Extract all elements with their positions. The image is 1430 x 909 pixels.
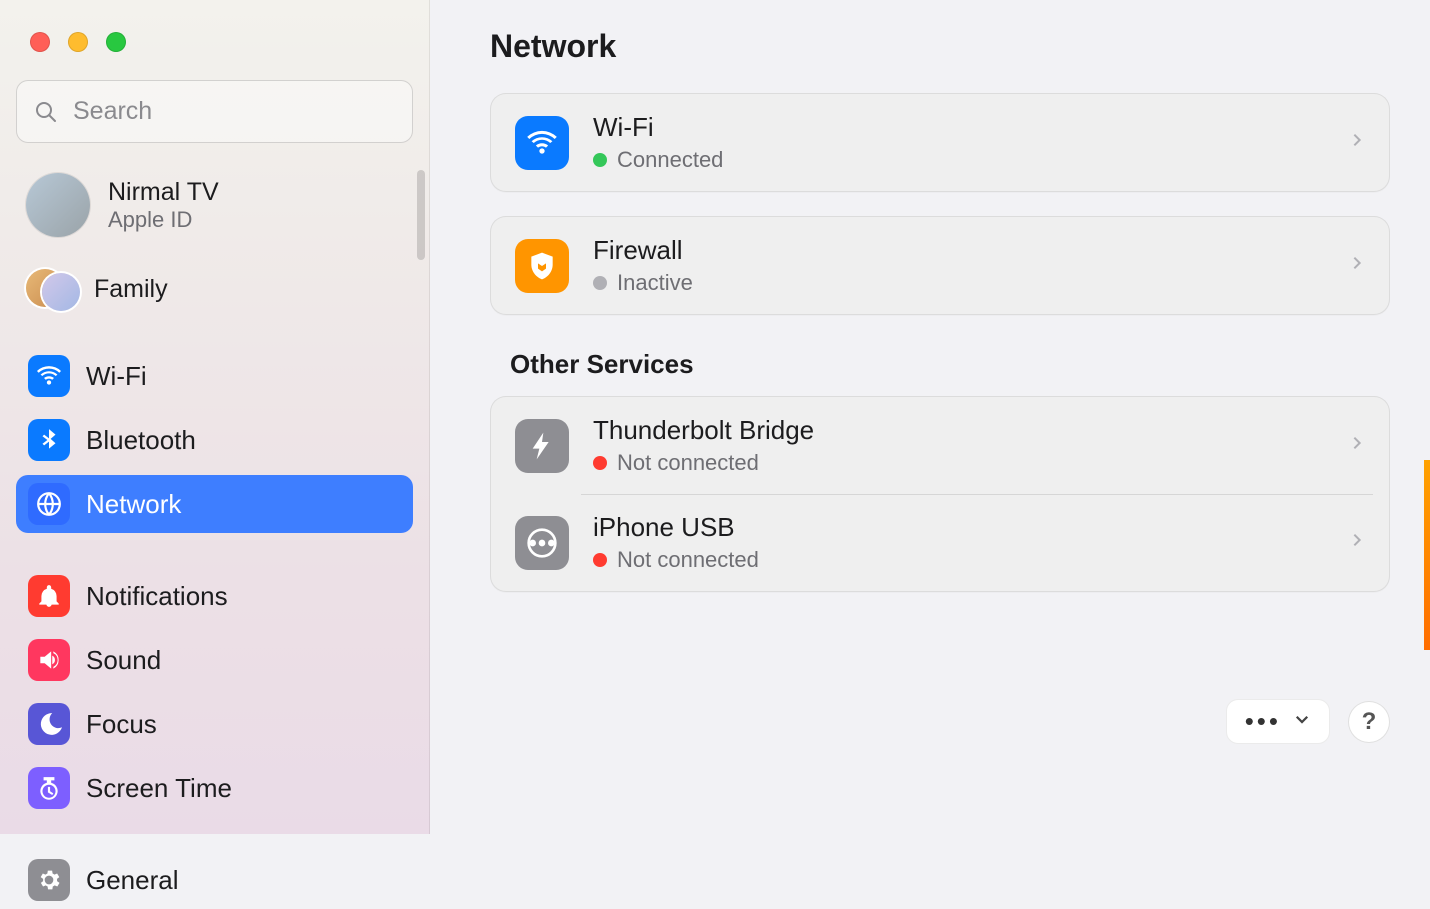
sidebar-item-label: General (86, 865, 179, 896)
sidebar-item-notifications[interactable]: Notifications (16, 567, 413, 625)
footer-actions: ••• ? (1226, 699, 1390, 744)
chevron-right-icon (1349, 430, 1365, 461)
minimize-window-button[interactable] (68, 32, 88, 52)
sidebar-item-label: Screen Time (86, 773, 232, 804)
network-row-status: Not connected (593, 547, 759, 573)
sidebar-item-label: Focus (86, 709, 157, 740)
sidebar-scrollbar[interactable] (417, 170, 425, 260)
help-button[interactable]: ? (1348, 701, 1390, 743)
general-icon (28, 859, 70, 901)
chevron-right-icon (1349, 250, 1365, 281)
status-dot-icon (593, 553, 607, 567)
network-row-status: Not connected (593, 450, 814, 476)
sidebar-item-label: Network (86, 489, 181, 520)
main-content: Network Wi-Fi Connected Firewall Inactive O… (430, 0, 1430, 834)
thunderbolt-icon (515, 419, 569, 473)
iphoneusb-icon (515, 516, 569, 570)
sidebar-item-general[interactable]: General (16, 851, 413, 909)
sidebar-item-label: Sound (86, 645, 161, 676)
sidebar-item-wifi[interactable]: Wi-Fi (16, 347, 413, 405)
sidebar-item-label: Bluetooth (86, 425, 196, 456)
status-dot-icon (593, 276, 607, 290)
sidebar-nav: Wi-Fi Bluetooth Network Notifications Sound F… (16, 347, 413, 909)
chevron-right-icon (1349, 127, 1365, 158)
sidebar-item-label: Notifications (86, 581, 228, 612)
right-edge-strip (1424, 0, 1430, 834)
apple-id-row[interactable]: Nirmal TV Apple ID (16, 167, 413, 243)
focus-icon (28, 703, 70, 745)
status-text: Connected (617, 147, 723, 173)
chevron-right-icon (1349, 527, 1365, 558)
sidebar-item-bluetooth[interactable]: Bluetooth (16, 411, 413, 469)
status-text: Not connected (617, 547, 759, 573)
more-actions-button[interactable]: ••• (1226, 699, 1330, 744)
account-subtext: Apple ID (108, 207, 219, 233)
status-text: Inactive (617, 270, 693, 296)
family-icon (26, 269, 76, 309)
sidebar-item-label: Wi-Fi (86, 361, 147, 392)
network-row-firewall[interactable]: Firewall Inactive (491, 217, 1389, 314)
family-label: Family (94, 275, 168, 304)
network-card-firewall: Firewall Inactive (490, 216, 1390, 315)
notifications-icon (28, 575, 70, 617)
page-title: Network (490, 28, 1390, 65)
user-avatar (26, 173, 90, 237)
account-name: Nirmal TV (108, 178, 219, 207)
network-card-wifi: Wi-Fi Connected (490, 93, 1390, 192)
ellipsis-icon: ••• (1245, 714, 1281, 730)
network-row-status: Inactive (593, 270, 693, 296)
status-dot-icon (593, 456, 607, 470)
screentime-icon (28, 767, 70, 809)
search-field-wrap (16, 80, 413, 143)
other-services-heading: Other Services (510, 349, 1390, 380)
sidebar-item-screentime[interactable]: Screen Time (16, 759, 413, 817)
status-text: Not connected (617, 450, 759, 476)
sidebar-item-network[interactable]: Network (16, 475, 413, 533)
search-icon (34, 100, 58, 124)
chevron-down-icon (1293, 710, 1311, 733)
network-other-list: Thunderbolt BridgeNot connectediPhone US… (490, 396, 1390, 592)
search-input[interactable] (16, 80, 413, 143)
sidebar-item-sound[interactable]: Sound (16, 631, 413, 689)
network-icon (28, 483, 70, 525)
wifi-icon (515, 116, 569, 170)
network-row-title: iPhone USB (593, 512, 759, 543)
network-row-title: Wi-Fi (593, 112, 723, 143)
network-row-thunderbolt[interactable]: Thunderbolt Bridge Not connected (491, 397, 1389, 494)
sidebar: Nirmal TV Apple ID Family Wi-Fi Bluetooth… (0, 0, 430, 834)
sidebar-item-focus[interactable]: Focus (16, 695, 413, 753)
network-row-status: Connected (593, 147, 723, 173)
firewall-icon (515, 239, 569, 293)
status-dot-icon (593, 153, 607, 167)
family-row[interactable]: Family (16, 261, 413, 317)
sound-icon (28, 639, 70, 681)
network-row-wifi[interactable]: Wi-Fi Connected (491, 94, 1389, 191)
network-row-iphoneusb[interactable]: iPhone USB Not connected (491, 494, 1389, 591)
wifi-icon (28, 355, 70, 397)
zoom-window-button[interactable] (106, 32, 126, 52)
network-row-title: Thunderbolt Bridge (593, 415, 814, 446)
window-controls (30, 32, 413, 52)
bluetooth-icon (28, 419, 70, 461)
network-row-title: Firewall (593, 235, 693, 266)
close-window-button[interactable] (30, 32, 50, 52)
